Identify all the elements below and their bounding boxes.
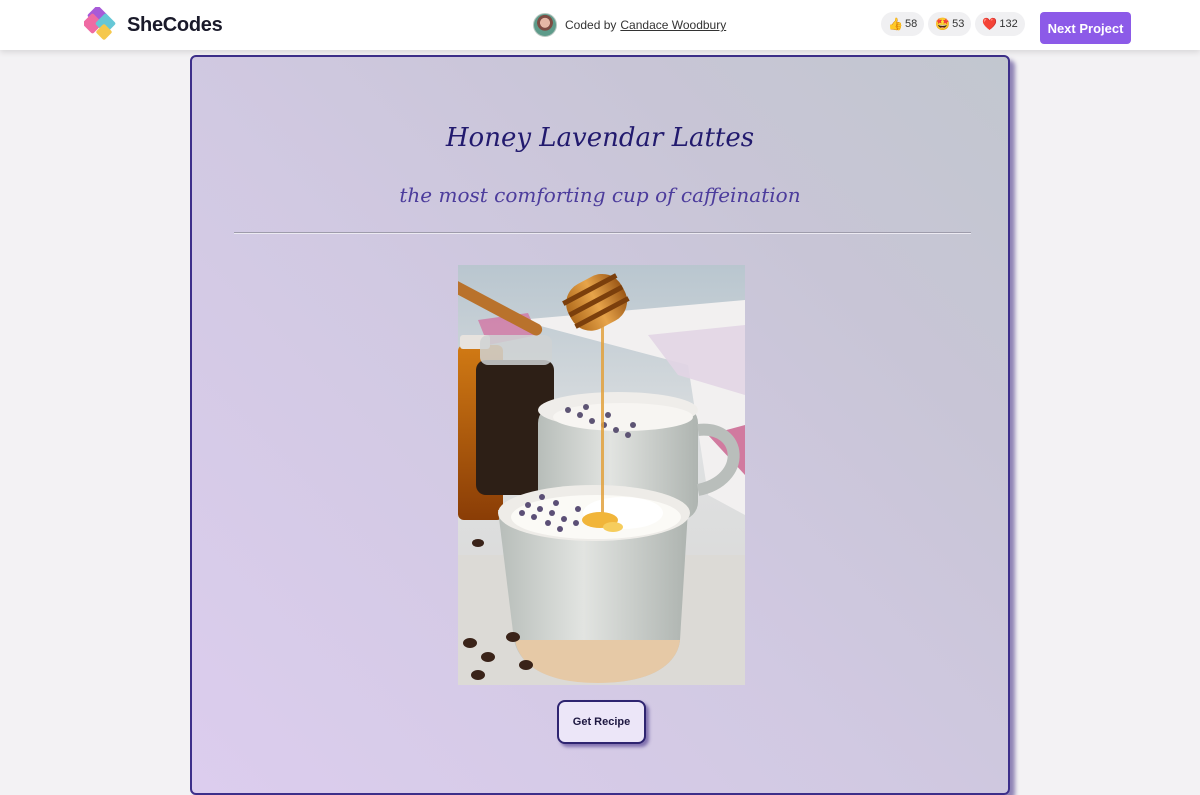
coded-by: Coded by Candace Woodbury <box>533 13 726 37</box>
shecodes-logo-link[interactable]: SheCodes <box>84 7 223 43</box>
reaction-count: 58 <box>904 18 918 30</box>
page-title: Honey Lavendar Lattes <box>445 123 755 153</box>
reactions: 👍 58 🤩 53 ❤️ 132 <box>881 12 1025 36</box>
project-card: Honey Lavendar Lattes the most comfortin… <box>190 55 1010 795</box>
latte-photo <box>458 265 745 685</box>
heart-icon: ❤️ <box>982 17 998 31</box>
reaction-thumbs-up[interactable]: 👍 58 <box>881 12 925 36</box>
shecodes-logo-icon <box>84 7 124 43</box>
brand-name: SheCodes <box>127 13 223 36</box>
get-recipe-button[interactable]: Get Recipe <box>557 700 646 744</box>
reaction-star-struck[interactable]: 🤩 53 <box>928 12 972 36</box>
star-struck-icon: 🤩 <box>935 17 951 31</box>
coded-by-label: Coded by <box>565 18 617 32</box>
latte-illustration <box>458 265 745 685</box>
top-bar: SheCodes Coded by Candace Woodbury 👍 58 … <box>0 0 1200 50</box>
next-project-button[interactable]: Next Project <box>1040 12 1131 44</box>
thumbs-up-icon: 👍 <box>888 17 903 31</box>
reaction-heart[interactable]: ❤️ 132 <box>975 12 1025 36</box>
divider <box>234 232 971 234</box>
page-subtitle: the most comforting cup of caffeination <box>399 183 801 207</box>
reaction-count: 132 <box>999 18 1018 30</box>
author-link[interactable]: Candace Woodbury <box>620 18 726 32</box>
author-avatar <box>533 13 557 37</box>
reaction-count: 53 <box>952 18 965 30</box>
